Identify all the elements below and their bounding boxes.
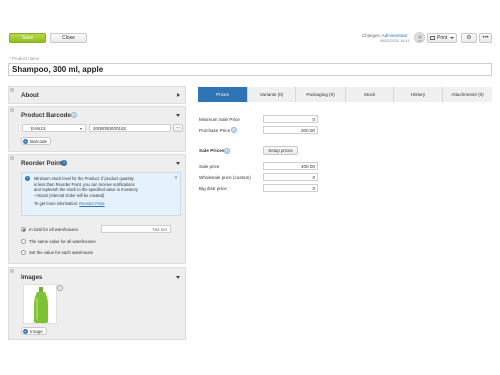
barcode-value-input[interactable]: 2000000000152 — [89, 124, 171, 132]
radio-each[interactable] — [21, 250, 26, 255]
radio-same-label: The same value for all warehouses — [29, 239, 96, 244]
help-icon[interactable]: ? — [224, 148, 230, 154]
purchase-price-label: Purchase Price — [199, 128, 231, 133]
close-button[interactable]: Close — [50, 33, 87, 43]
add-image-button[interactable]: + Image — [21, 327, 47, 335]
sale-price-input[interactable]: 400.00 — [263, 162, 318, 170]
help-icon[interactable]: ? — [71, 112, 77, 118]
changes-label: Changes: Administrator — [362, 33, 408, 38]
tab-variants[interactable]: Variants (0) — [248, 87, 296, 102]
tab-attachments[interactable]: Attachments (0) — [443, 87, 492, 102]
reorder-panel: Reorder Point ? i ✕ Minimum stock level … — [8, 154, 186, 264]
changes-prefix: Changes: — [362, 33, 381, 38]
reorder-info-line: ->Stock (Internal Order will be created) — [34, 192, 105, 198]
tab-stock[interactable]: Stock — [346, 87, 394, 102]
shampoo-bottle-image — [34, 287, 48, 323]
barcodes-panel: Product Barcodes ? EAN13 2000000000152 ·… — [8, 106, 186, 152]
chevron-right-icon[interactable] — [177, 93, 180, 97]
reorder-point-link[interactable]: Reorder Point — [79, 201, 104, 206]
tab-prices[interactable]: Prices — [198, 87, 248, 102]
chevron-down-icon[interactable] — [176, 114, 180, 117]
reorder-info-line: is less than Reorder Point, you can rece… — [34, 181, 135, 187]
save-button[interactable]: Save — [9, 33, 46, 43]
images-panel: Images × + Image — [8, 267, 186, 340]
changes-date: 06/02/2020 16:41 — [380, 39, 410, 43]
drag-handle-icon[interactable] — [10, 156, 14, 160]
add-image-label: Image — [30, 328, 43, 334]
plus-icon: + — [23, 138, 28, 144]
print-button[interactable]: Print — [427, 33, 457, 43]
drag-handle-icon[interactable] — [10, 108, 14, 112]
barcodes-title: Product Barcodes — [21, 112, 75, 119]
reorder-info-line: and replenish the stock to the specified… — [34, 187, 138, 192]
remove-image-icon[interactable]: × — [57, 285, 63, 291]
wholesale-price-label: Wholesale price (custom) — [199, 175, 251, 180]
reorder-title: Reorder Point — [21, 160, 62, 167]
settings-button[interactable]: ⚙ — [461, 33, 477, 43]
add-barcode-label: Barcode — [30, 138, 48, 144]
sale-price-label: Sale price — [199, 164, 220, 169]
chevron-down-icon — [450, 37, 455, 39]
radio-total-label: In total for all warehouses — [29, 227, 78, 232]
avatar[interactable] — [414, 32, 425, 43]
setup-prices-button[interactable]: Setup prices — [263, 146, 298, 155]
min-sale-price-input[interactable]: 0 — [263, 115, 318, 123]
product-image-thumbnail[interactable] — [23, 284, 57, 324]
gear-icon: ⚙ — [466, 35, 472, 41]
barcode-type-select[interactable]: EAN13 — [22, 124, 86, 132]
reorder-info-box: i ✕ Minimum stock level for the Product.… — [21, 172, 181, 216]
images-title: Images — [21, 274, 43, 281]
chevron-down-icon[interactable] — [176, 162, 180, 165]
help-icon[interactable]: ? — [231, 127, 237, 133]
changes-user-link[interactable]: Administrator — [382, 33, 408, 38]
wholesale-price-input[interactable]: 0 — [263, 173, 318, 181]
more-icon: ••• — [482, 35, 489, 41]
barcode-type-value: EAN13 — [31, 125, 46, 131]
add-barcode-button[interactable]: + Barcode — [21, 137, 52, 145]
barcode-more-button[interactable]: ··· — [173, 124, 183, 132]
chevron-down-icon — [80, 127, 82, 130]
info-icon: i — [25, 176, 30, 181]
drag-handle-icon[interactable] — [10, 269, 14, 273]
big-distr-price-label: Big distr price — [199, 186, 227, 191]
chevron-down-icon[interactable] — [176, 276, 180, 279]
reorder-more-text: To get more information: — [34, 201, 79, 206]
tab-packaging[interactable]: Packaging (0) — [296, 87, 346, 102]
min-sale-price-label: Minimum Sale Price — [199, 117, 240, 122]
plus-icon: + — [23, 328, 28, 334]
help-icon[interactable]: ? — [61, 160, 67, 166]
about-title: About — [21, 92, 39, 99]
big-distr-price-input[interactable]: 0 — [263, 184, 318, 192]
drag-handle-icon[interactable] — [10, 88, 14, 92]
more-button[interactable]: ••• — [479, 33, 492, 43]
printer-icon — [430, 36, 435, 40]
reorder-more-info: To get more information: Reorder Point — [34, 201, 105, 206]
product-name-label: * Product name — [9, 56, 40, 61]
print-label: Print — [437, 35, 448, 41]
close-icon[interactable]: ✕ — [174, 175, 178, 181]
sale-prices-title: Sale Prices — [199, 149, 225, 154]
reorder-total-input[interactable]: Not set — [101, 225, 171, 233]
radio-total[interactable] — [21, 227, 26, 232]
radio-same[interactable] — [21, 239, 26, 244]
purchase-price-input[interactable]: 200.00 — [263, 126, 318, 134]
product-name-input[interactable]: Shampoo, 300 ml, apple — [8, 63, 492, 76]
tab-history[interactable]: History — [394, 87, 443, 102]
about-panel[interactable]: About — [8, 86, 186, 104]
radio-each-label: Set the value for each warehouse — [29, 250, 94, 255]
